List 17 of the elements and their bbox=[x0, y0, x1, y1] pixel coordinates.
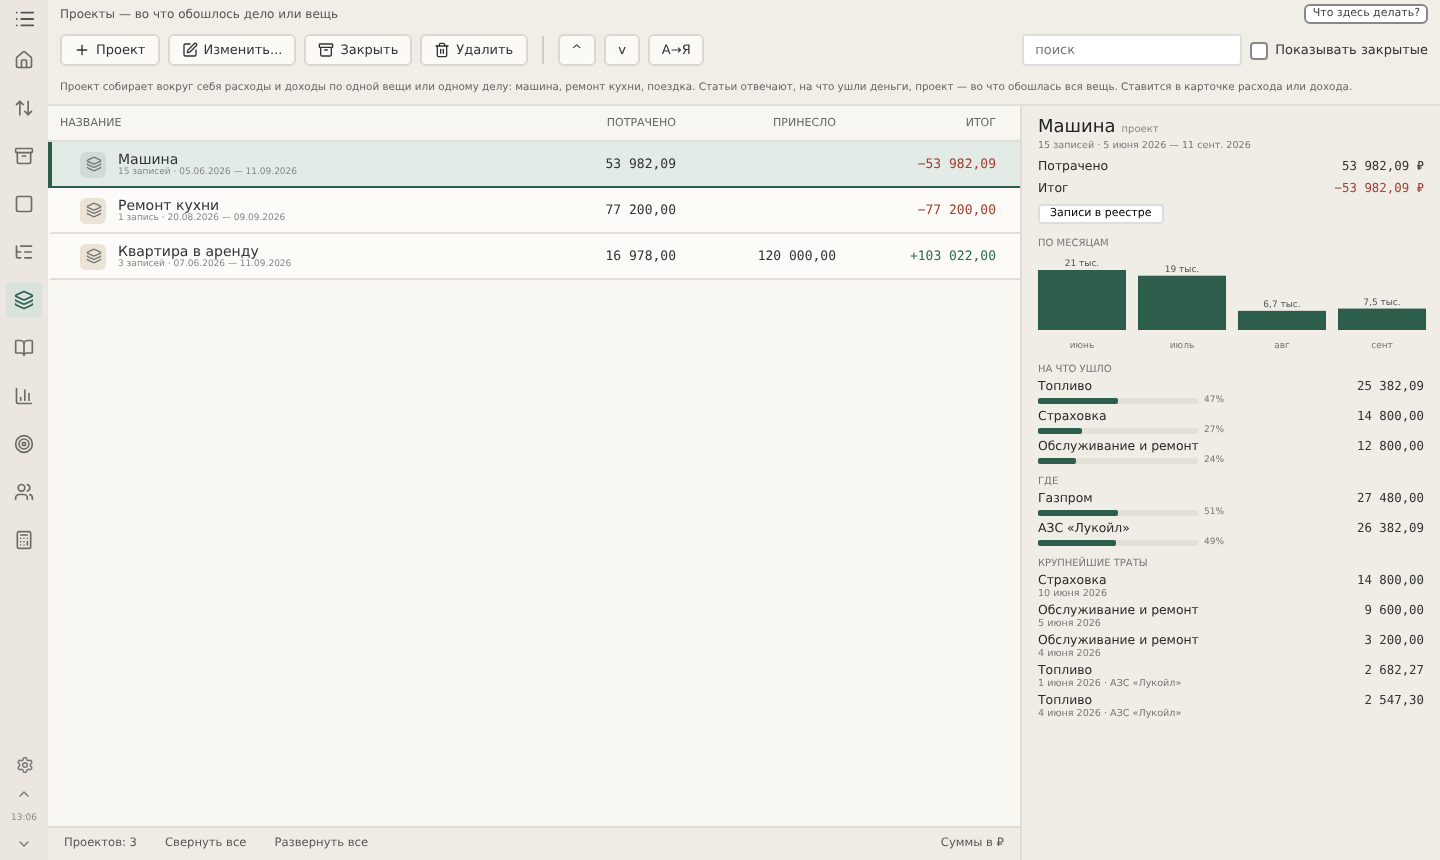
trash-icon bbox=[434, 42, 451, 58]
layers-nav-icon[interactable] bbox=[6, 282, 42, 318]
month-bar bbox=[1238, 310, 1326, 330]
detail-title: Машина bbox=[1038, 118, 1116, 138]
layers-icon bbox=[80, 243, 106, 269]
settings-icon[interactable] bbox=[15, 756, 33, 774]
chevron-up-icon[interactable] bbox=[16, 786, 32, 802]
month-bar bbox=[1138, 275, 1226, 330]
checkbox[interactable] bbox=[1249, 41, 1268, 59]
archive-icon bbox=[318, 42, 335, 58]
layers-icon bbox=[80, 197, 106, 223]
month-bar bbox=[1038, 270, 1126, 330]
edit-icon bbox=[181, 42, 198, 58]
layers-icon bbox=[80, 151, 106, 177]
month-bar bbox=[1338, 308, 1426, 330]
plus-icon bbox=[74, 42, 90, 58]
chevron-down-icon[interactable] bbox=[16, 836, 32, 852]
